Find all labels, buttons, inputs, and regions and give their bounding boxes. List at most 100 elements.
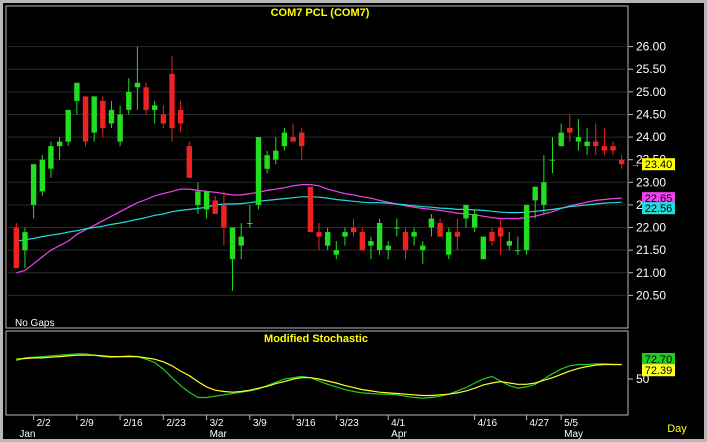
date-tick-label: 2/16 [123, 418, 143, 429]
price-tick-label: 21.50 [636, 243, 666, 257]
candle-up [264, 155, 270, 169]
candle-up [91, 96, 97, 133]
price-tick-label: 20.50 [636, 288, 666, 302]
candle-up [126, 91, 132, 110]
candle-down [454, 232, 461, 237]
candle-down [437, 223, 443, 237]
candle-up [195, 191, 201, 205]
candle-down [567, 128, 573, 133]
candle-up [472, 214, 478, 228]
stochastic-title: Modified Stochastic [264, 333, 368, 345]
candle-down [143, 87, 149, 110]
date-tick-label: 3/16 [296, 418, 316, 429]
candle-up [108, 109, 115, 124]
candle-up [549, 159, 556, 161]
month-label: Apr [391, 429, 407, 440]
date-tick-label: 2/9 [80, 418, 94, 429]
date-tick-label: 2/2 [37, 418, 51, 429]
candle-up [446, 232, 452, 255]
candle-down [593, 141, 599, 147]
candle-up [325, 232, 331, 246]
candle-up [463, 204, 469, 219]
candle-down [316, 232, 322, 237]
candle-up [238, 236, 244, 246]
candle-up [428, 218, 435, 228]
stock-chart: 26.0025.5025.0024.5024.0023.5023.0022.50… [0, 0, 707, 442]
candle-up [420, 245, 426, 251]
price-tick-label: 24.00 [636, 130, 666, 144]
price-tick-label: 24.50 [636, 107, 666, 121]
date-tick-label: 3/2 [210, 418, 224, 429]
stochastic-value-tags: 72.7072.39 [642, 353, 675, 377]
candle-up [229, 227, 236, 260]
no-gaps-note: No Gaps [15, 318, 54, 329]
candle-up [575, 137, 582, 142]
date-tick-label: 3/23 [339, 418, 359, 429]
candle-down [212, 200, 218, 214]
date-tick-label: 3/9 [253, 418, 267, 429]
candle-up [385, 245, 391, 251]
candle-up [203, 191, 210, 210]
candle-down [307, 186, 314, 232]
candle-down [82, 96, 89, 142]
candle-up [506, 241, 512, 246]
price-tick-label: 22.00 [636, 221, 666, 235]
candle-down [299, 132, 305, 147]
candle-up [394, 227, 400, 229]
candle-down [221, 204, 227, 228]
candle-down [178, 109, 184, 124]
candle-up [134, 82, 141, 88]
month-label: Jan [19, 429, 35, 440]
candle-up [56, 141, 63, 147]
candle-down [100, 100, 106, 128]
candle-down [13, 227, 19, 269]
price-tick-label: 23.00 [636, 175, 666, 189]
candle-down [489, 232, 495, 242]
candle-up [247, 223, 253, 224]
candle-up [48, 146, 54, 169]
candle-up [541, 182, 547, 205]
price-chart-title: COM7 PCL (COM7) [271, 7, 370, 19]
price-tick-label: 25.50 [636, 62, 666, 76]
candle-up [523, 204, 530, 251]
date-tick-label: 2/23 [166, 418, 186, 429]
candle-down [359, 232, 365, 251]
price-tick-label: 21.00 [636, 266, 666, 280]
last-price-arrow-icon: → [631, 159, 640, 169]
candle-up [333, 250, 339, 255]
date-tick-label: 4/1 [391, 418, 405, 429]
candle-down [186, 146, 192, 178]
candle-up [39, 159, 45, 192]
month-label: Mar [210, 429, 228, 440]
candle-up [480, 236, 486, 260]
candle-up [411, 232, 417, 237]
last-price-tag: 23.40 [645, 159, 673, 171]
candle-down [169, 73, 175, 129]
ma-slow-tag: 22.56 [645, 203, 673, 215]
candle-up [74, 82, 80, 101]
candle-up [281, 132, 288, 147]
candle-up [532, 186, 538, 201]
candle-up [65, 109, 71, 142]
candle-up [117, 114, 123, 142]
candle-down [350, 227, 357, 232]
date-tick-label: 4/16 [478, 418, 498, 429]
candle-up [376, 223, 383, 251]
date-tick-label: 4/27 [530, 418, 550, 429]
candle-up [342, 232, 348, 237]
candle-down [402, 232, 409, 251]
candle-up [255, 137, 262, 205]
candle-down [619, 159, 625, 165]
candle-down [601, 146, 608, 151]
candle-up [368, 241, 374, 246]
candle-down [610, 146, 616, 151]
date-tick-label: 5/5 [564, 418, 578, 429]
candle-down [290, 137, 296, 142]
candle-up [30, 164, 37, 205]
candle-down [160, 114, 167, 124]
candle-up [558, 132, 564, 147]
stochastic-k-tag: 72.70 [645, 354, 673, 366]
price-tick-label: 26.00 [636, 40, 666, 54]
candle-up [515, 250, 521, 252]
price-tick-label: 25.00 [636, 85, 666, 99]
